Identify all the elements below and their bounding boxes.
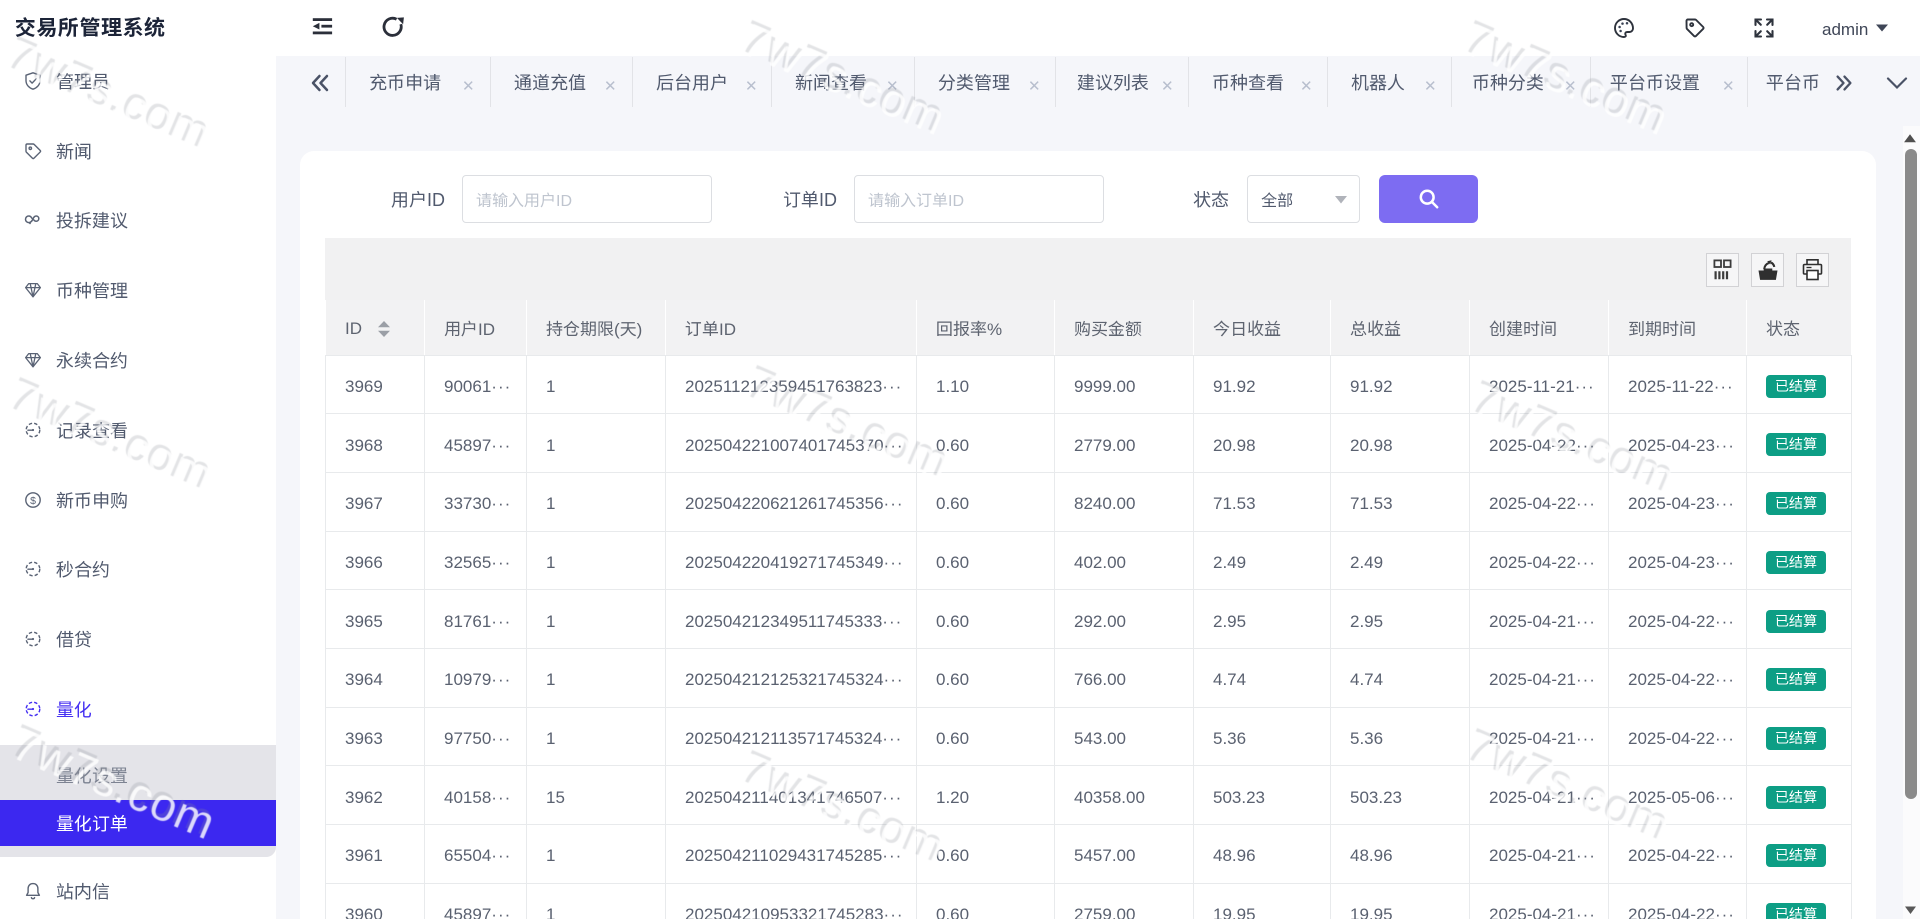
svg-text:$: $: [30, 495, 36, 507]
